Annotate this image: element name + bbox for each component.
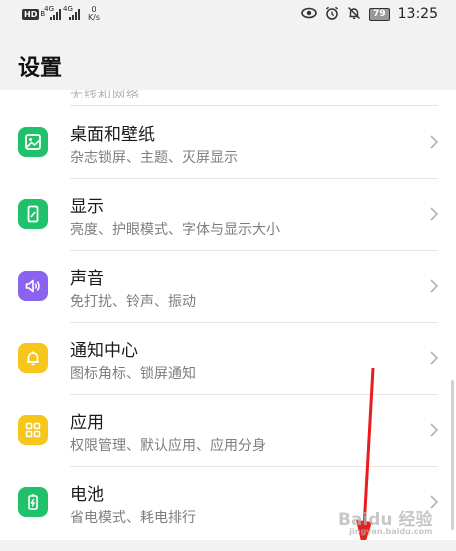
clock: 13:25 <box>397 6 438 22</box>
chevron-right-icon <box>430 279 439 293</box>
settings-item-subtitle: 省电模式、耗电排行 <box>70 510 196 526</box>
watermark-sub: jingyan.baidu.com <box>349 527 433 536</box>
status-right: 79 13:25 <box>301 6 438 23</box>
settings-item-title: 桌面和壁纸 <box>70 125 155 145</box>
settings-item-title: 电池 <box>70 485 104 505</box>
alarm-icon <box>325 6 339 23</box>
chevron-right-icon <box>430 351 439 365</box>
sound-icon <box>18 271 48 301</box>
mute-bell-icon <box>347 6 361 23</box>
settings-item-subtitle: 免打扰、铃声、振动 <box>70 294 196 310</box>
battery-indicator: 79 <box>369 7 390 21</box>
settings-item-title: 显示 <box>70 197 104 217</box>
bell-icon <box>18 343 48 373</box>
wallpaper-icon <box>18 127 48 157</box>
settings-item-notifications[interactable]: 通知中心 图标角标、锁屏通知 <box>0 322 456 394</box>
settings-item-display[interactable]: 显示 亮度、护眼模式、字体与显示大小 <box>0 178 456 250</box>
chevron-right-icon <box>430 135 439 149</box>
settings-item-apps[interactable]: 应用 权限管理、默认应用、应用分身 <box>0 394 456 466</box>
page-title: 设置 <box>18 56 63 81</box>
settings-list: 无线和网络 桌面和壁纸 杂志锁屏、主题、灭屏显示 显示 亮度、护眼模式、字体与显… <box>0 90 456 540</box>
bottom-strip <box>0 540 456 551</box>
settings-item-sound[interactable]: 声音 免打扰、铃声、振动 <box>0 250 456 322</box>
apps-icon <box>18 415 48 445</box>
settings-item-subtitle: 图标角标、锁屏通知 <box>70 366 196 382</box>
settings-item-subtitle: 亮度、护眼模式、字体与显示大小 <box>70 222 280 238</box>
settings-item-subtitle: 权限管理、默认应用、应用分身 <box>70 438 266 454</box>
signal-icon-2 <box>69 8 81 20</box>
settings-item-wallpaper[interactable]: 桌面和壁纸 杂志锁屏、主题、灭屏显示 <box>0 106 456 178</box>
speed-unit: K/s <box>87 13 101 22</box>
network-speed: 0 K/s <box>88 6 100 22</box>
display-icon <box>18 199 48 229</box>
battery-icon <box>18 487 48 517</box>
chevron-right-icon <box>430 423 439 437</box>
eye-icon <box>301 7 317 22</box>
signal-icon <box>50 8 62 20</box>
settings-item-subtitle: 杂志锁屏、主题、灭屏显示 <box>70 150 238 166</box>
chevron-right-icon <box>430 207 439 221</box>
scrollbar[interactable] <box>451 380 454 530</box>
settings-item-title: 声音 <box>70 269 104 289</box>
status-bar: HD B 4G 4G 0 K/s 79 13:25 <box>0 0 456 28</box>
page-header: 设置 <box>0 28 456 90</box>
hd-badge: HD <box>22 8 40 20</box>
watermark: Baidu 经验 jingyan.baidu.com <box>338 505 432 536</box>
settings-item-title: 通知中心 <box>70 341 138 361</box>
status-left: HD B 4G 4G 0 K/s <box>22 5 100 22</box>
clipped-previous-row: 无线和网络 <box>70 90 141 98</box>
settings-item-title: 应用 <box>70 413 104 433</box>
